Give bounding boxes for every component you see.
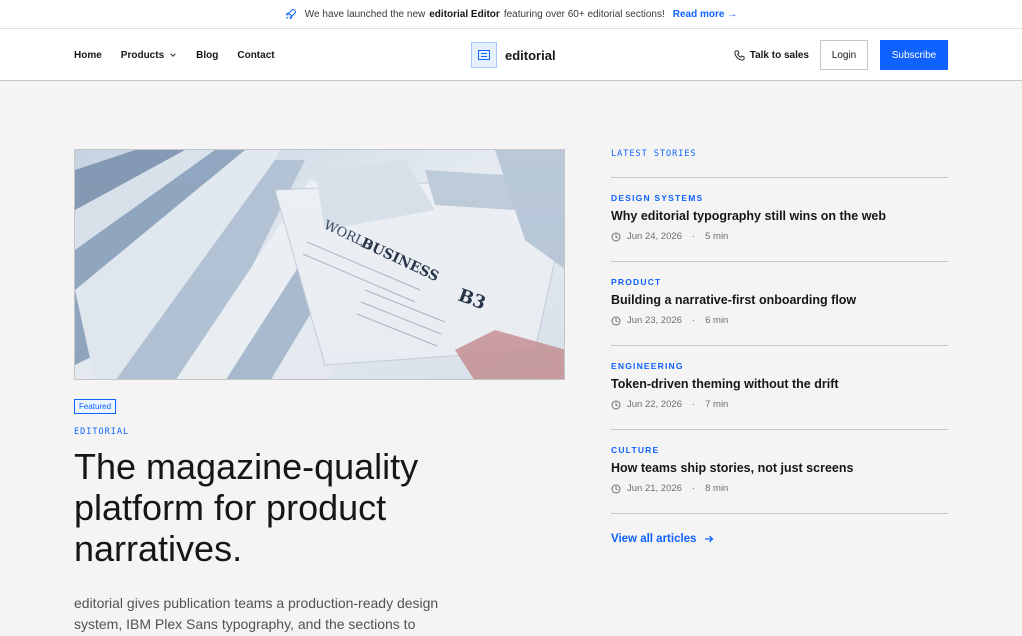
story-date: Jun 21, 2026: [627, 483, 682, 494]
story-date: Jun 22, 2026: [627, 399, 682, 410]
nav-actions: Talk to sales Login Subscribe: [734, 40, 948, 70]
story-meta: Jun 21, 2026 · 8 min: [611, 483, 948, 494]
brand-name: editorial: [505, 47, 556, 63]
read-more-link[interactable]: Read more →: [673, 9, 737, 20]
announcement-suffix: featuring over 60+ editorial sections!: [503, 8, 665, 20]
featured-badge: Featured: [74, 399, 117, 414]
story-title[interactable]: Building a narrative-first onboarding fl…: [611, 293, 948, 307]
subscribe-button[interactable]: Subscribe: [880, 40, 948, 70]
clock-icon: [611, 232, 621, 241]
hero-image: WORLD BUSINESS B3: [74, 149, 565, 380]
clock-icon: [611, 316, 621, 325]
story-category: PRODUCT: [611, 277, 662, 287]
hero-lead: editorial gives publication teams a prod…: [74, 595, 439, 632]
story-title[interactable]: Token-driven theming without the drift: [611, 377, 948, 391]
meta-separator: ·: [691, 483, 696, 494]
top-nav: Home Products Blog Contact editorial Tal…: [0, 29, 1022, 81]
talk-to-sales-label: Talk to sales: [749, 49, 809, 61]
story-read-time: 8 min: [705, 483, 729, 494]
story-category: ENGINEERING: [611, 361, 684, 371]
clock-icon: [611, 484, 621, 493]
story-date: Jun 24, 2026: [627, 231, 682, 242]
story-item[interactable]: DESIGN SYSTEMS Why editorial typography …: [611, 178, 948, 262]
story-item[interactable]: PRODUCT Building a narrative-first onboa…: [611, 262, 948, 346]
meta-separator: ·: [691, 315, 696, 326]
newspaper-stack-image: WORLD BUSINESS B3: [75, 150, 564, 379]
story-category: CULTURE: [611, 445, 660, 455]
latest-stories: LATEST STORIES DESIGN SYSTEMS Why editor…: [611, 145, 948, 545]
meta-separator: ·: [691, 399, 696, 410]
nav-link-contact[interactable]: Contact: [237, 50, 274, 61]
login-button[interactable]: Login: [820, 40, 868, 70]
story-title[interactable]: How teams ship stories, not just screens: [611, 461, 948, 475]
announcement-bar: We have launched the new editorial Edito…: [0, 0, 1022, 29]
story-read-time: 6 min: [705, 315, 729, 326]
nav-link-home[interactable]: Home: [74, 50, 102, 61]
hero-headline: The magazine-quality platform for produc…: [74, 446, 419, 569]
phone-icon: [734, 49, 745, 61]
clock-icon: [611, 400, 621, 409]
story-item[interactable]: ENGINEERING Token-driven theming without…: [611, 346, 948, 430]
meta-separator: ·: [691, 231, 696, 242]
view-all-label: View all articles: [611, 533, 697, 545]
story-meta: Jun 23, 2026 · 6 min: [611, 315, 948, 326]
hero-kicker: EDITORIAL: [74, 427, 130, 437]
story-date: Jun 23, 2026: [627, 315, 682, 326]
nav-link-blog[interactable]: Blog: [196, 50, 218, 61]
story-title[interactable]: Why editorial typography still wins on t…: [611, 209, 948, 223]
story-meta: Jun 24, 2026 · 5 min: [611, 231, 948, 242]
announcement-highlight: editorial Editor: [429, 8, 500, 20]
view-all-articles-link[interactable]: View all articles: [611, 533, 948, 545]
story-category: DESIGN SYSTEMS: [611, 193, 704, 203]
talk-to-sales-link[interactable]: Talk to sales: [734, 50, 809, 61]
brand-logo-icon: [471, 42, 497, 68]
chevron-down-icon: [170, 53, 176, 57]
story-read-time: 7 min: [705, 399, 729, 410]
latest-stories-label: LATEST STORIES: [611, 145, 948, 178]
story-read-time: 5 min: [705, 231, 729, 242]
nav-link-products-label: Products: [120, 49, 165, 61]
brand[interactable]: editorial: [471, 42, 556, 68]
rocket-icon: [285, 9, 296, 20]
announcement-prefix: We have launched the new: [304, 8, 426, 20]
nav-links: Home Products Blog Contact: [74, 29, 294, 81]
story-item[interactable]: CULTURE How teams ship stories, not just…: [611, 430, 948, 514]
arrow-right-icon: [705, 535, 714, 543]
nav-link-products[interactable]: Products: [121, 50, 177, 61]
story-meta: Jun 22, 2026 · 7 min: [611, 399, 948, 410]
